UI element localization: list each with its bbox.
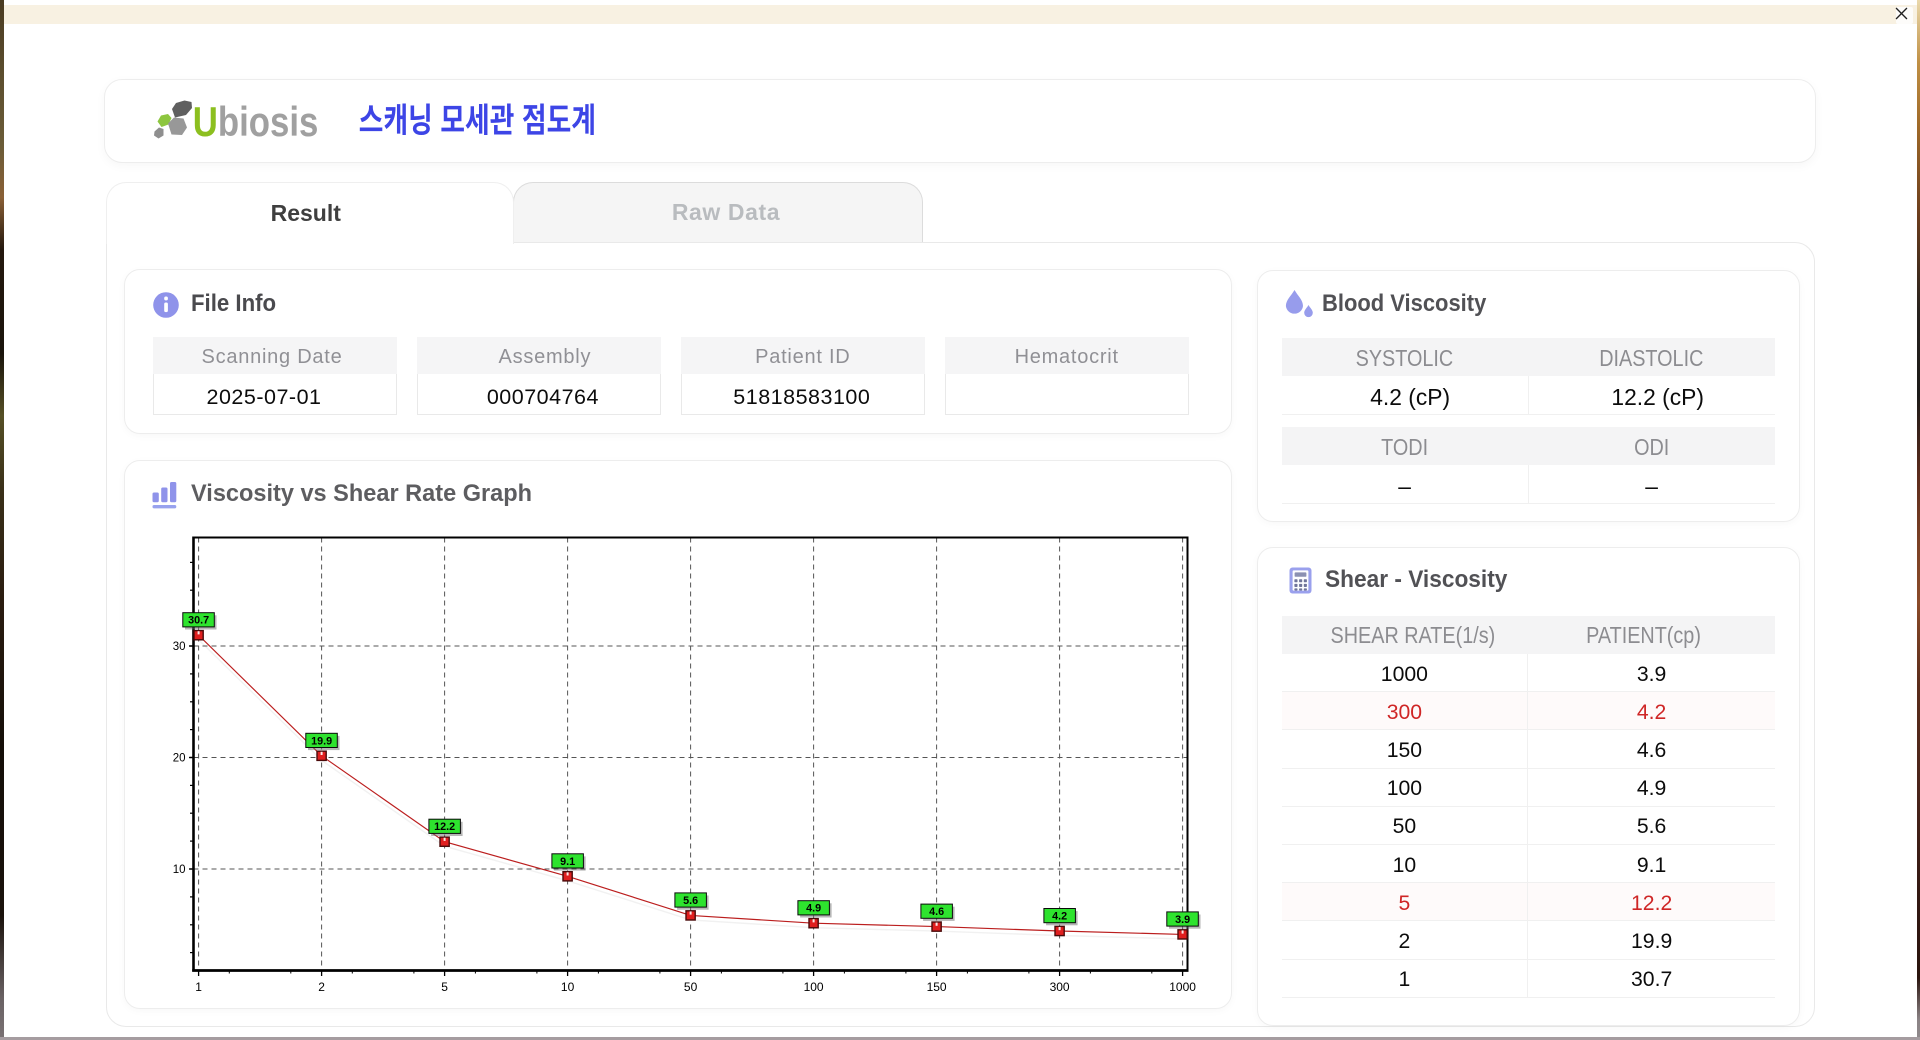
svg-text:300: 300 <box>1050 980 1070 994</box>
svg-text:3.9: 3.9 <box>1175 914 1190 926</box>
svg-text:30: 30 <box>173 641 186 653</box>
svg-text:5.6: 5.6 <box>683 895 698 907</box>
svg-text:1: 1 <box>195 980 202 994</box>
svg-text:19.9: 19.9 <box>311 735 332 747</box>
svg-text:2: 2 <box>318 980 325 994</box>
svg-text:4.2: 4.2 <box>1052 911 1067 923</box>
svg-text:10: 10 <box>561 980 575 994</box>
svg-text:Ubiosis: Ubiosis <box>193 99 319 146</box>
svg-text:1000: 1000 <box>1169 980 1196 994</box>
svg-text:20: 20 <box>173 753 186 765</box>
svg-text:4.6: 4.6 <box>929 906 944 918</box>
svg-text:30.7: 30.7 <box>188 615 209 627</box>
svg-text:10: 10 <box>173 864 186 876</box>
svg-text:50: 50 <box>684 980 698 994</box>
svg-text:12.2: 12.2 <box>434 821 455 833</box>
svg-text:150: 150 <box>927 980 947 994</box>
svg-text:100: 100 <box>804 980 824 994</box>
svg-text:4.9: 4.9 <box>806 903 821 915</box>
svg-text:5: 5 <box>441 980 448 994</box>
svg-text:9.1: 9.1 <box>560 856 575 868</box>
